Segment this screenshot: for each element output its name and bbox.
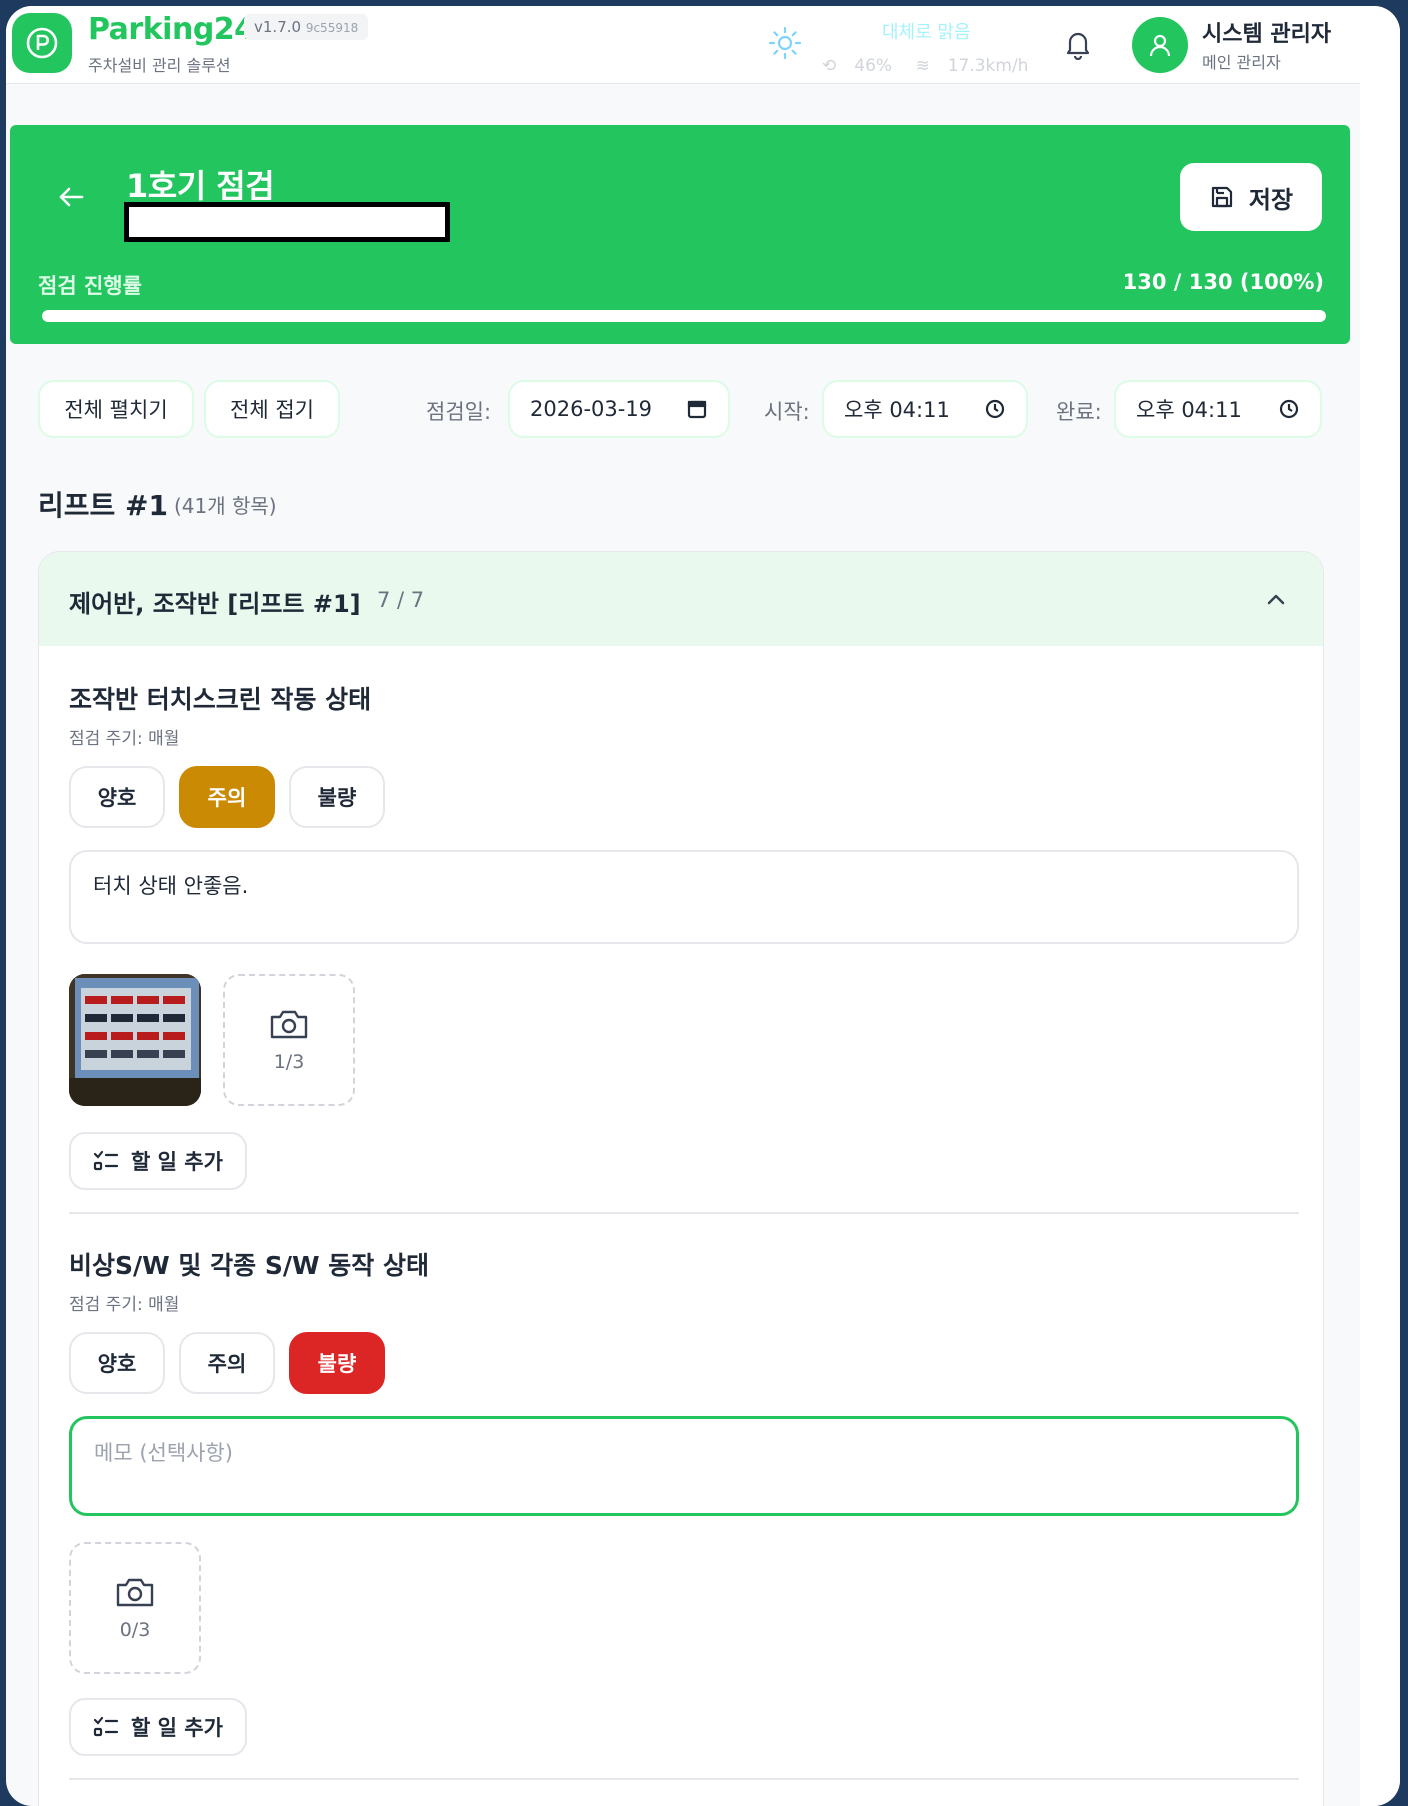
app-window: Parking24 v1.7.0 9c55918 주차설비 관리 솔루션 대체로… — [6, 6, 1400, 1806]
add-photo-button[interactable]: 0/3 — [69, 1542, 201, 1674]
add-todo-label: 할 일 추가 — [131, 1150, 223, 1174]
group-count: 7 / 7 — [377, 588, 425, 612]
progress-label: 점검 진행률 — [38, 274, 142, 298]
end-label: 완료: — [1056, 400, 1102, 424]
item-cycle: 점검 주기: 매월 — [69, 729, 180, 749]
brand-name: Parking24 — [88, 12, 255, 47]
status-caution-button[interactable]: 주의 — [179, 766, 275, 828]
wind-value: 17.3km/h — [947, 56, 1029, 76]
start-time-field[interactable]: 오후 04:11 — [822, 380, 1028, 438]
humidity-value: 46% — [854, 56, 893, 76]
progress-bar — [42, 310, 1326, 322]
build-text: 9c55918 — [305, 21, 359, 35]
memo-field[interactable]: 터치 상태 안좋음. — [69, 850, 1299, 944]
date-value: 2026-03-19 — [530, 397, 653, 421]
scrollbar[interactable] — [1360, 6, 1400, 1806]
sun-icon — [768, 26, 802, 64]
add-todo-label: 할 일 추가 — [131, 1716, 223, 1740]
group-title: 제어반, 조작반 [리프트 #1] — [69, 590, 361, 618]
save-label: 저장 — [1248, 185, 1294, 214]
redacted-block — [124, 202, 450, 242]
collapse-all-button[interactable]: 전체 접기 — [204, 380, 340, 438]
add-photo-button[interactable]: 1/3 — [223, 974, 355, 1106]
brand: Parking24 — [88, 12, 255, 47]
humidity-icon: ⟲ — [822, 56, 837, 76]
weather-meta: ⟲ 46% ≋ 17.3km/h — [822, 56, 1046, 76]
bell-icon[interactable] — [1063, 28, 1093, 64]
progress-count: 130 / 130 (100%) — [1122, 270, 1324, 294]
item-divider — [69, 1778, 1299, 1780]
date-field[interactable]: 2026-03-19 — [508, 380, 730, 438]
clock-icon — [985, 399, 1005, 419]
top-bar: Parking24 v1.7.0 9c55918 주차설비 관리 솔루션 대체로… — [6, 6, 1360, 84]
status-good-button[interactable]: 양호 — [69, 766, 165, 828]
end-time-field[interactable]: 오후 04:11 — [1114, 380, 1322, 438]
start-label: 시작: — [764, 400, 810, 424]
user-avatar[interactable] — [1132, 17, 1188, 73]
item-title: 비상S/W 및 각종 S/W 동작 상태 — [69, 1251, 429, 1280]
status-bad-button[interactable]: 불량 — [289, 1332, 385, 1394]
add-todo-button[interactable]: 할 일 추가 — [69, 1132, 247, 1190]
photo-count: 1/3 — [273, 1051, 305, 1073]
save-icon — [1211, 186, 1233, 208]
version-badge: v1.7.0 9c55918 — [244, 14, 369, 40]
page-title: 1호기 점검 — [126, 167, 275, 205]
camera-icon — [116, 1578, 154, 1607]
user-role: 메인 관리자 — [1202, 53, 1281, 72]
expand-all-button[interactable]: 전체 펼치기 — [38, 380, 194, 438]
group-header[interactable]: 제어반, 조작반 [리프트 #1] 7 / 7 — [39, 552, 1323, 646]
clock-icon — [1279, 399, 1299, 419]
section-title: 리프트 #1 — [38, 489, 168, 522]
wind-icon: ≋ — [915, 56, 930, 76]
memo-placeholder: 메모 (선택사항) — [94, 1441, 233, 1465]
end-time-value: 오후 04:11 — [1136, 398, 1242, 422]
memo-field[interactable]: 메모 (선택사항) — [69, 1416, 1299, 1516]
date-label: 점검일: — [426, 400, 492, 424]
back-arrow-icon[interactable] — [56, 182, 86, 216]
version-text: v1.7.0 — [254, 18, 302, 36]
calendar-icon — [687, 400, 707, 419]
progress-fill — [42, 310, 1326, 322]
item-cycle: 점검 주기: 매월 — [69, 1295, 180, 1315]
user-name[interactable]: 시스템 관리자 — [1202, 16, 1331, 48]
status-good-button[interactable]: 양호 — [69, 1332, 165, 1394]
start-time-value: 오후 04:11 — [844, 398, 950, 422]
checklist-icon — [93, 1716, 119, 1737]
status-caution-button[interactable]: 주의 — [179, 1332, 275, 1394]
save-button[interactable]: 저장 — [1180, 163, 1322, 231]
weather-condition: 대체로 맑음 — [882, 22, 971, 43]
status-bad-button[interactable]: 불량 — [289, 766, 385, 828]
add-todo-button[interactable]: 할 일 추가 — [69, 1698, 247, 1756]
checklist-icon — [93, 1150, 119, 1171]
memo-text: 터치 상태 안좋음. — [93, 874, 249, 898]
photo-thumbnail[interactable] — [69, 974, 201, 1106]
brand-subtitle: 주차설비 관리 솔루션 — [88, 56, 231, 75]
parking-logo-icon[interactable] — [12, 13, 72, 73]
photo-count: 0/3 — [119, 1619, 151, 1641]
chevron-up-icon[interactable] — [1263, 586, 1289, 612]
inspection-banner: 1호기 점검 저장 점검 진행률 130 / 130 (100%) — [10, 125, 1350, 344]
section-count: (41개 항목) — [174, 494, 277, 518]
camera-icon — [270, 1010, 308, 1039]
checklist-group-card: 제어반, 조작반 [리프트 #1] 7 / 7 조작반 터치스크린 작동 상태 … — [38, 551, 1324, 1806]
item-divider — [69, 1212, 1299, 1214]
item-title: 조작반 터치스크린 작동 상태 — [69, 685, 372, 714]
